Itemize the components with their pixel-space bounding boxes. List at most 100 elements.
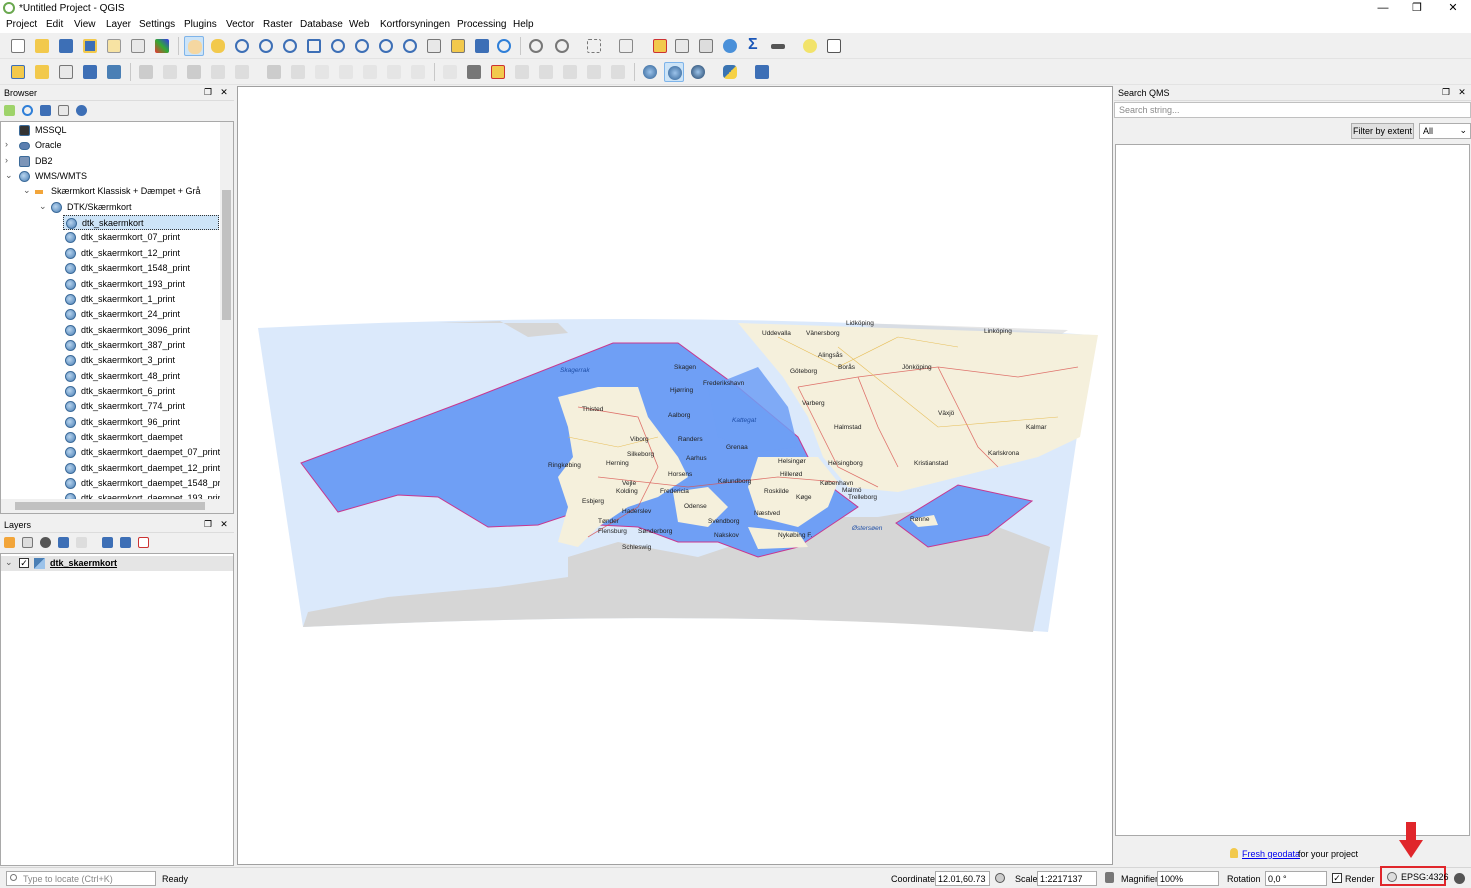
refresh-icon[interactable] [494,36,514,56]
layout-manager-icon[interactable] [128,36,148,56]
layers-close-button[interactable]: ✕ [218,519,230,530]
zoom-last-icon[interactable] [400,36,420,56]
toolbox-icon[interactable] [720,36,740,56]
locator-input[interactable]: Type to locate (Ctrl+K) [6,871,156,886]
zoom-rubberband-icon[interactable] [280,36,300,56]
new-project-icon[interactable] [8,36,28,56]
new-bookmark-icon[interactable] [448,36,468,56]
browser-hscrollbar[interactable] [1,499,233,513]
menu-help[interactable]: Help [513,19,534,30]
qms-search-input[interactable]: Search string... [1114,102,1471,118]
add-raster-icon[interactable] [80,62,100,82]
zoom-out-icon[interactable] [256,36,276,56]
menu-edit[interactable]: Edit [46,19,63,30]
filter-by-extent-button[interactable]: Filter by extent [1351,123,1414,139]
open-project-icon[interactable] [32,36,52,56]
vertex-tool-icon[interactable] [232,62,252,82]
browser-item[interactable]: › DB2 [1,154,219,169]
browser-float-button[interactable]: ❐ [202,87,214,98]
measure-icon[interactable] [768,36,788,56]
manage-visibility-icon[interactable] [38,535,54,551]
zoom-in-icon[interactable] [232,36,252,56]
menu-layer[interactable]: Layer [106,19,131,30]
magnifier-field[interactable]: 100% [1157,871,1219,886]
expand-arrow-icon[interactable]: ⌄ [23,185,31,196]
browser-item[interactable]: dtk_skaermkort_387_print [1,338,219,353]
select-features-icon[interactable] [584,36,604,56]
browser-close-button[interactable]: ✕ [218,87,230,98]
browser-item[interactable]: dtk_skaermkort_12_print [1,246,219,261]
menu-processing[interactable]: Processing [457,19,506,30]
browser-item[interactable]: ⌄ WMS/WMTS [1,169,219,184]
minimize-button[interactable]: — [1366,1,1400,15]
zoom-layer-icon[interactable] [352,36,372,56]
show-hide-labels-icon[interactable] [536,62,556,82]
data-source-manager-icon[interactable] [8,62,28,82]
kortforsyningen-search-icon[interactable] [664,62,684,82]
map-tips-icon[interactable] [800,36,820,56]
field-calculator-icon[interactable] [696,36,716,56]
scale-field[interactable]: 1:2217137 [1037,871,1097,886]
menu-database[interactable]: Database [300,19,343,30]
redo-icon[interactable] [408,62,428,82]
menu-kortforsyningen[interactable]: Kortforsyningen [380,19,450,30]
text-annotation-icon[interactable] [824,36,844,56]
browser-item[interactable]: dtk_skaermkort_daempet [1,430,219,445]
browser-item[interactable]: dtk_skaermkort_1_print [1,292,219,307]
browser-item[interactable]: dtk_skaermkort_daempet_12_print [1,461,220,476]
menu-plugins[interactable]: Plugins [184,19,217,30]
menu-project[interactable]: Project [6,19,37,30]
move-label-icon[interactable] [560,62,580,82]
show-bookmarks-icon[interactable] [472,36,492,56]
zoom-selection-icon[interactable] [328,36,348,56]
new-geopackage-icon[interactable] [32,62,52,82]
browser-item[interactable]: dtk_skaermkort_193_print [1,277,219,292]
attribute-table-icon[interactable] [672,36,692,56]
browser-item[interactable]: ⌄ Skærmkort Klassisk + Dæmpet + Grå [1,184,219,199]
expand-layer-icon[interactable]: ⌄ [5,557,13,568]
deselect-icon[interactable] [616,36,636,56]
remove-layer-icon[interactable] [136,535,152,551]
rotate-label-icon[interactable] [584,62,604,82]
undo-icon[interactable] [384,62,404,82]
help-icon[interactable] [752,62,772,82]
browser-item[interactable]: MSSQL [1,123,219,138]
collapse-layers-icon[interactable] [118,535,134,551]
rotation-field[interactable]: 0,0 ° [1265,871,1327,886]
layer-row[interactable]: ⌄ ✓ dtk_skaermkort [1,556,233,571]
statistics-icon[interactable]: Σ [744,36,764,56]
browser-item[interactable]: ⌄ DTK/Skærmkort [1,200,219,215]
coordinate-field[interactable]: 12.01,60.73 [935,871,990,886]
cut-features-icon[interactable] [312,62,332,82]
collapse-all-icon[interactable] [56,103,72,119]
menu-settings[interactable]: Settings [139,19,175,30]
menu-view[interactable]: View [74,19,96,30]
new-layout-icon[interactable] [104,36,124,56]
kortforsyningen-settings-icon[interactable] [688,62,708,82]
add-feature-icon[interactable] [208,62,228,82]
identify-icon[interactable] [526,36,546,56]
label-toolbar-icon[interactable] [440,62,460,82]
browser-item[interactable]: dtk_skaermkort [63,215,219,231]
kortforsyningen-globe-icon[interactable] [640,62,660,82]
add-selected-layers-icon[interactable] [2,103,18,119]
layer-visibility-checkbox[interactable]: ✓ [19,558,29,568]
browser-scrollbar[interactable] [220,122,233,499]
qms-results-list[interactable] [1115,144,1470,836]
messages-icon[interactable] [1454,873,1465,884]
browser-item[interactable]: dtk_skaermkort_24_print [1,307,219,322]
expand-arrow-icon[interactable]: ⌄ [39,201,47,212]
add-group-icon[interactable] [20,535,36,551]
modify-attributes-icon[interactable] [264,62,284,82]
zoom-next-icon[interactable] [424,36,444,56]
browser-item[interactable]: dtk_skaermkort_3_print [1,353,219,368]
browser-item[interactable]: dtk_skaermkort_1548_print [1,261,219,276]
browser-item[interactable]: › Oracle [1,138,219,153]
expand-arrow-icon[interactable]: › [5,155,8,165]
menu-raster[interactable]: Raster [263,19,292,30]
browser-item[interactable]: dtk_skaermkort_07_print [1,230,219,245]
fresh-geodata-link[interactable]: Fresh geodata [1242,849,1300,859]
browser-item[interactable]: dtk_skaermkort_96_print [1,415,219,430]
browser-item[interactable]: dtk_skaermkort_daempet_07_print [1,445,220,460]
pin-labels-icon[interactable] [512,62,532,82]
